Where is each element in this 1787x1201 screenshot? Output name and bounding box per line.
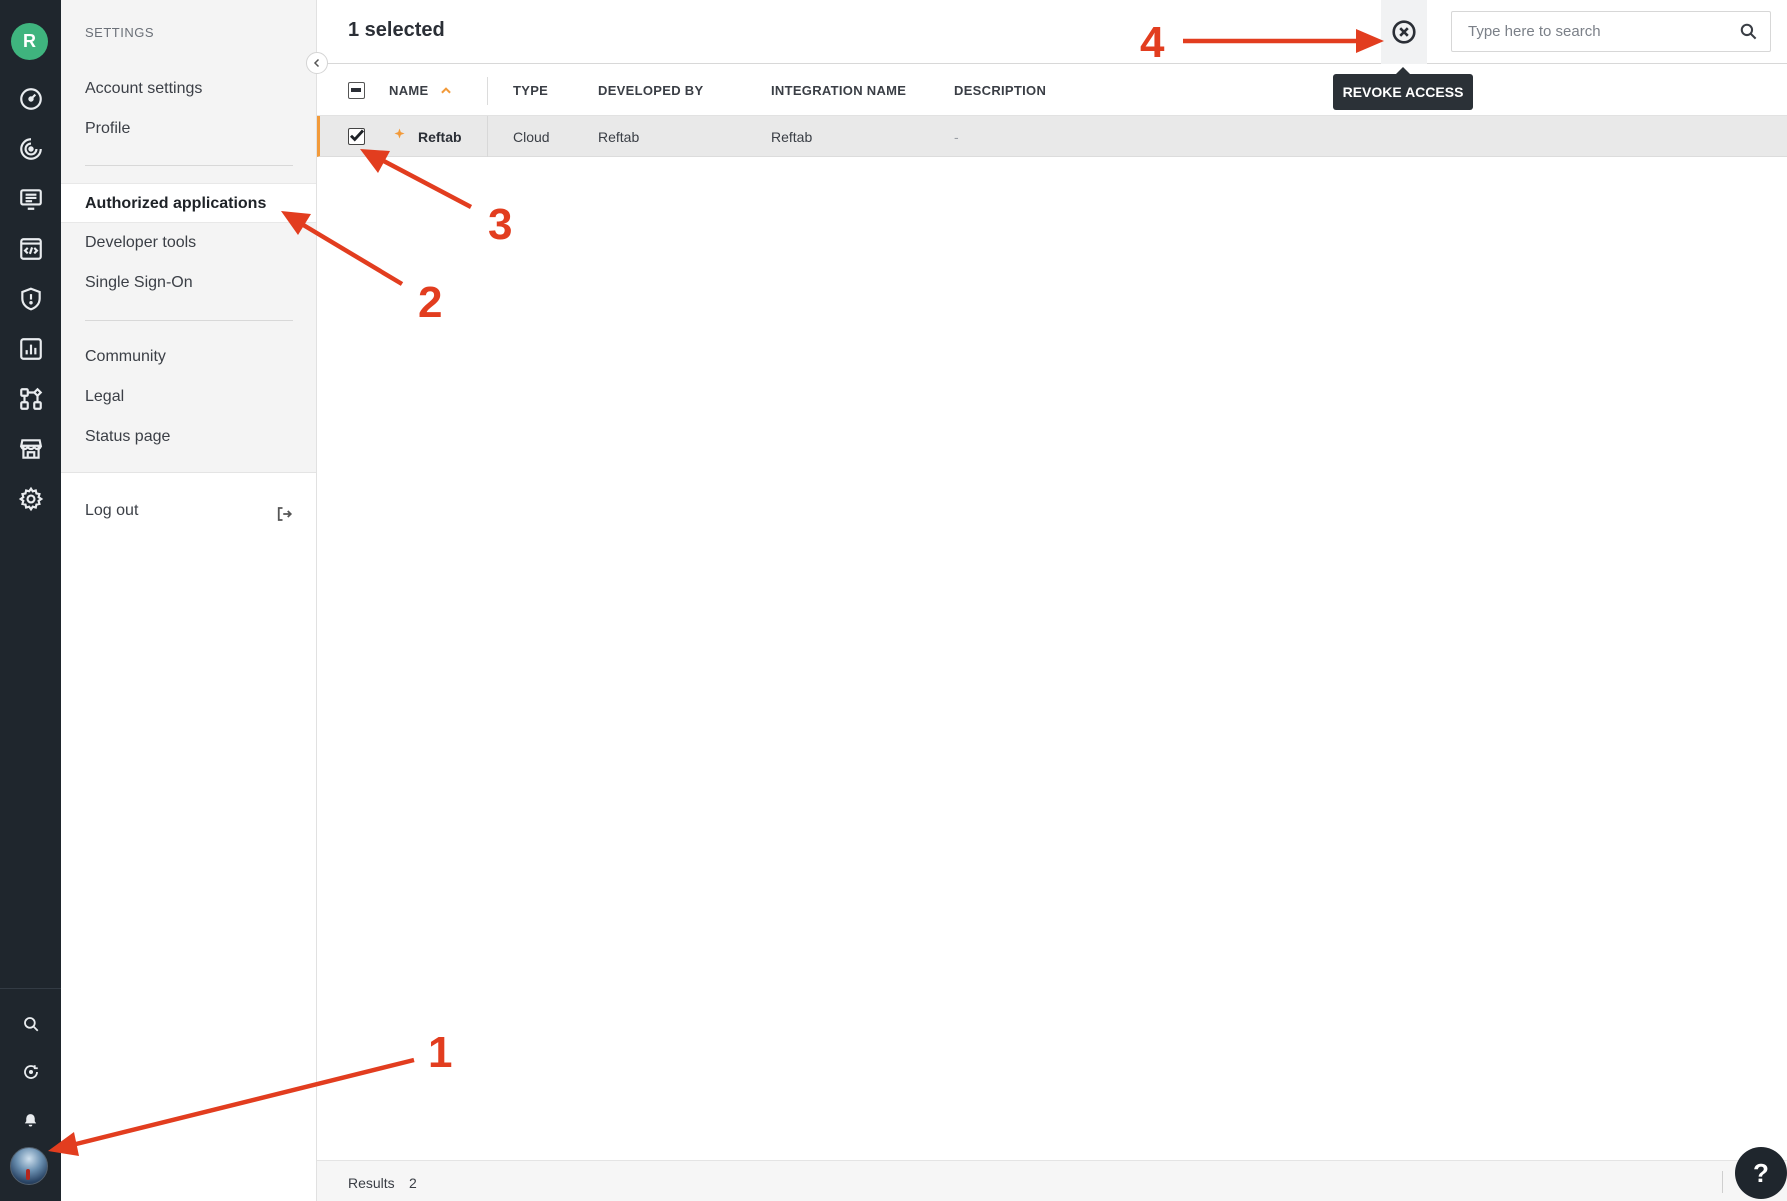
cell-description: - [954, 129, 959, 145]
column-header-name[interactable]: NAME [389, 83, 428, 98]
row-checkbox[interactable] [348, 128, 365, 145]
table-header: NAME TYPE DEVELOPED BY INTEGRATION NAME … [317, 65, 1787, 116]
search-box[interactable] [1451, 11, 1771, 52]
row-divider [487, 116, 488, 157]
column-divider[interactable] [487, 77, 488, 105]
app-logo-icon [394, 128, 405, 139]
sidebar-item-legal[interactable]: Legal [61, 377, 316, 417]
search-input[interactable] [1452, 12, 1722, 51]
gear-icon[interactable] [0, 477, 61, 521]
help-button[interactable]: ? [1735, 1147, 1787, 1199]
toolbar: 1 selected [317, 0, 1787, 64]
store-icon[interactable] [0, 427, 61, 471]
column-header-integration-name[interactable]: INTEGRATION NAME [771, 83, 906, 98]
revoke-access-button[interactable] [1381, 0, 1427, 64]
revoke-access-tooltip: REVOKE ACCESS [1333, 67, 1473, 110]
sidebar-item-status-page[interactable]: Status page [61, 417, 316, 457]
select-all-checkbox[interactable] [348, 82, 365, 99]
annotation-number-1: 1 [428, 1028, 453, 1077]
cell-name[interactable]: Reftab [418, 129, 462, 145]
sidebar-item-authorized-applications[interactable]: Authorized applications [61, 183, 316, 223]
annotation-number-2: 2 [418, 278, 443, 327]
sidebar-item-single-sign-on[interactable]: Single Sign-On [61, 263, 316, 303]
sidebar-title: SETTINGS [85, 25, 155, 40]
close-circle-icon [1392, 20, 1416, 44]
workflow-icon[interactable] [0, 377, 61, 421]
column-header-type[interactable]: TYPE [513, 83, 548, 98]
cell-developed-by: Reftab [598, 129, 640, 145]
main-content: 1 selected REVOKE ACCESS NAME TYPE DEVEL… [317, 0, 1787, 1201]
search-icon[interactable] [0, 1002, 61, 1046]
sidebar-divider [85, 320, 293, 321]
results-label: Results [348, 1175, 395, 1191]
refresh-icon[interactable] [0, 1050, 61, 1094]
results-count: 2 [409, 1175, 417, 1191]
code-icon[interactable] [0, 227, 61, 271]
cell-type: Cloud [513, 129, 550, 145]
logout-icon[interactable] [275, 505, 293, 523]
sidebar-item-community[interactable]: Community [61, 337, 316, 377]
results-footer: Results 2 [317, 1160, 1787, 1201]
chevron-left-icon [313, 58, 320, 68]
org-avatar[interactable]: R [11, 23, 48, 60]
collapse-sidebar-button[interactable] [306, 52, 328, 74]
logout-section: Log out [61, 472, 316, 1201]
user-avatar[interactable] [10, 1147, 48, 1185]
annotation-number-3: 3 [488, 200, 513, 249]
icon-rail: R [0, 0, 61, 1201]
dashboard-icon[interactable] [0, 77, 61, 121]
sidebar-item-account-settings[interactable]: Account settings [61, 69, 316, 109]
cell-integration-name: Reftab [771, 129, 813, 145]
search-icon[interactable] [1739, 22, 1758, 41]
sidebar-item-developer-tools[interactable]: Developer tools [61, 223, 316, 263]
analytics-icon[interactable] [0, 127, 61, 171]
app: R SETTINGS Account settings Profile Auth… [0, 0, 1787, 1201]
sidebar-divider [85, 165, 293, 166]
sort-asc-icon[interactable] [439, 84, 453, 98]
annotation-number-4: 4 [1140, 18, 1165, 67]
shield-icon[interactable] [0, 277, 61, 321]
bell-icon[interactable] [0, 1098, 61, 1142]
rail-divider [0, 988, 61, 989]
sidebar-item-profile[interactable]: Profile [61, 109, 316, 149]
table-row[interactable]: Reftab Cloud Reftab Reftab - [317, 116, 1787, 157]
monitor-icon[interactable] [0, 177, 61, 221]
column-header-developed-by[interactable]: DEVELOPED BY [598, 83, 703, 98]
checkmark-icon [349, 129, 365, 142]
reports-icon[interactable] [0, 327, 61, 371]
footer-divider [1722, 1171, 1723, 1193]
column-header-description[interactable]: DESCRIPTION [954, 83, 1046, 98]
settings-sidebar: SETTINGS Account settings Profile Author… [61, 0, 317, 1201]
selection-count: 1 selected [348, 19, 445, 41]
